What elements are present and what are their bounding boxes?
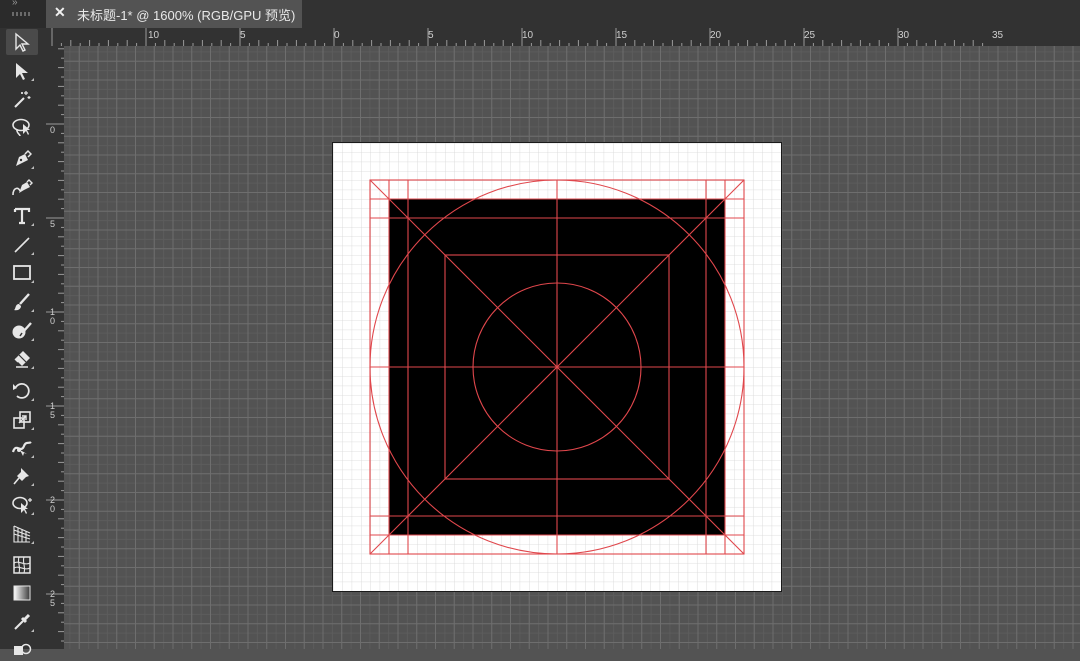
vruler-label: 10 [50,307,56,326]
pen-tool[interactable] [6,146,38,172]
vertical-ruler[interactable]: 0 5 10 15 20 25 [46,46,64,649]
panel-collapse-handle[interactable]: » [0,0,46,28]
hruler-label: 10 [522,30,534,41]
rectangle-tool[interactable] [6,260,38,286]
paintbrush-tool-icon [14,293,30,311]
pen-tool-icon [16,149,32,166]
curvature-tool-icon [12,179,33,196]
vruler-label: 25 [50,589,56,608]
direct-selection-tool-icon [16,63,28,80]
hruler-label: 0 [334,30,340,41]
shape-builder-tool-icon [12,496,32,514]
vruler-label: 15 [50,401,56,420]
horizontal-ruler-ticks [51,28,984,46]
type-tool[interactable] [6,203,38,229]
scale-tool-icon [13,411,31,429]
document-tab-title[interactable]: 未标题-1* @ 1600% (RGB/GPU 预览) [77,5,295,24]
width-tool[interactable] [6,435,38,461]
vruler-label: 0 [50,125,56,135]
document-tab[interactable]: ✕ 未标题-1* @ 1600% (RGB/GPU 预览) [46,0,302,28]
shaper-tool[interactable] [6,318,38,344]
vruler-label: 20 [50,495,56,514]
selection-tool-icon [15,32,30,52]
collapse-arrows-icon[interactable]: » [12,0,17,8]
rotate-tool[interactable] [6,378,38,404]
close-icon[interactable]: ✕ [54,4,66,21]
magic-wand-tool[interactable] [6,86,38,112]
keyline-grid [369,179,745,555]
line-segment-tool[interactable] [6,232,38,258]
eyedropper-tool[interactable] [6,609,38,635]
shaper-tool-icon [12,322,32,339]
magic-wand-tool-icon [14,91,31,108]
canvas-workspace[interactable] [64,46,1080,649]
vruler-label: 5 [50,219,56,229]
eyedropper-tool-icon [14,613,31,630]
selection-tool[interactable] [6,29,38,55]
shape-builder-tool[interactable] [6,492,38,518]
eraser-tool-icon [14,351,30,368]
horizontal-ruler[interactable]: 10 5 0 5 10 15 20 25 30 35 [46,28,1080,46]
direct-selection-tool[interactable] [6,58,38,84]
mesh-tool[interactable] [6,552,38,578]
perspective-grid-tool[interactable] [6,521,38,547]
type-tool-icon [13,207,31,225]
rotate-tool-icon [13,383,30,399]
perspective-grid-tool-icon [13,525,31,543]
scale-tool[interactable] [6,407,38,433]
gradient-tool-icon [13,585,31,601]
hruler-label: 5 [240,30,246,41]
puppet-warp-tool[interactable] [6,463,38,489]
icon-keyline-artwork[interactable] [333,143,781,591]
tools-panel [0,28,46,655]
artboard[interactable] [332,142,782,592]
puppet-warp-tool-icon [13,468,29,485]
gradient-tool[interactable] [6,580,38,606]
mesh-tool-icon [13,556,31,574]
width-tool-icon [11,441,32,456]
curvature-tool[interactable] [6,174,38,200]
blend-tool[interactable] [6,635,38,661]
hruler-label: 10 [148,30,160,41]
hruler-label: 5 [428,30,434,41]
eraser-tool[interactable] [6,346,38,372]
hruler-label: 30 [898,30,910,41]
document-tab-bar: » ✕ 未标题-1* @ 1600% (RGB/GPU 预览) [0,0,1080,28]
blend-tool-icon [14,643,32,655]
hruler-label: 35 [992,30,1004,41]
hruler-label: 15 [616,30,628,41]
vertical-ruler-ticks [46,48,64,642]
lasso-tool-icon [12,118,30,137]
grip-dots[interactable] [12,12,32,16]
lasso-tool[interactable] [6,114,38,140]
hruler-label: 20 [710,30,722,41]
hruler-label: 25 [804,30,816,41]
rectangle-tool-icon [13,265,31,280]
paintbrush-tool[interactable] [6,289,38,315]
line-segment-tool-icon [14,237,30,253]
